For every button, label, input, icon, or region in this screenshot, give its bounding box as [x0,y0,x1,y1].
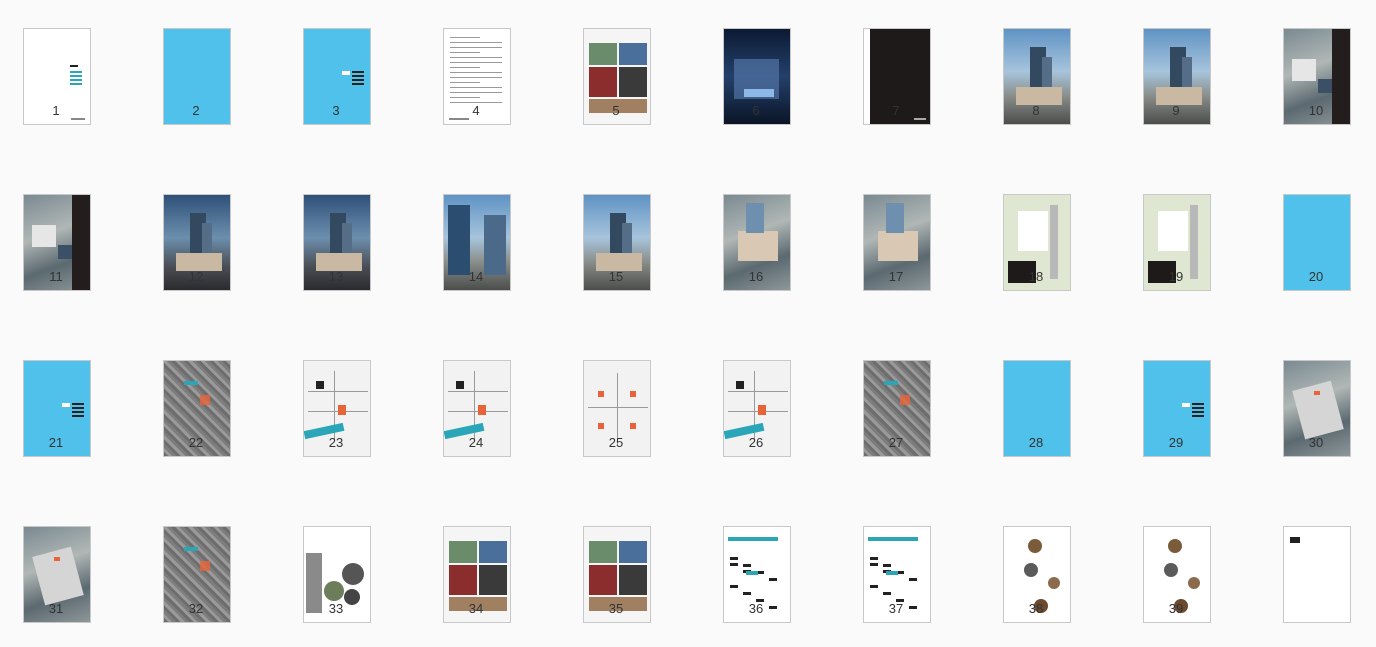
page-number-label: 11 [49,269,63,284]
page-thumbnail-cell[interactable]: 35 [560,498,700,628]
page-thumbnail-cell[interactable]: 27 [840,332,980,462]
page-number-label: 10 [1308,103,1324,118]
page-number-label: 29 [1168,435,1184,450]
page-thumbnail-cell[interactable]: 7 [840,0,980,130]
page-number-label: 6 [752,103,760,118]
page-thumbnail-cell[interactable]: 1 [0,0,140,130]
page-thumbnail-cell[interactable]: 34 [420,498,560,628]
page-thumbnail-cell[interactable]: 4 [420,0,560,130]
page-thumbnail-cell[interactable]: 36 [700,498,840,628]
page-number-label: 39 [1168,601,1184,616]
page-thumbnail-cell[interactable]: 24 [420,332,560,462]
page-thumbnail-cell[interactable]: 3 [280,0,420,130]
page-number-label: 21 [48,435,64,450]
page-number-label: 28 [1028,435,1044,450]
page-number-label: 22 [188,435,204,450]
page-thumbnail-cell[interactable]: 10 [1260,0,1376,130]
page-thumbnail-cell[interactable]: 31 [0,498,140,628]
page-number-label: 12 [188,269,204,284]
page-number-label: 9 [1172,103,1180,118]
page-thumbnail-cell[interactable]: 23 [280,332,420,462]
page-thumbnail-cell[interactable]: 2 [140,0,280,130]
page-thumbnail-cell[interactable]: 16 [700,166,840,296]
page-thumbnail-cell[interactable]: 6 [700,0,840,130]
page-number-label: 37 [888,601,904,616]
page-number-label: 2 [192,103,200,118]
page-thumbnail-cell[interactable]: 37 [840,498,980,628]
page-thumbnail-cell[interactable]: 28 [980,332,1120,462]
page-number-label: 24 [468,435,484,450]
page-number-label: 34 [468,601,484,616]
page-thumbnail-cell[interactable]: 19 [1120,166,1260,296]
page-number-label: 23 [328,435,344,450]
page-number-label: 19 [1168,269,1184,284]
page-number-label: 20 [1308,269,1324,284]
page-thumbnail-cell[interactable]: 38 [980,498,1120,628]
page-number-label: 5 [612,103,620,118]
page-thumbnail-cell[interactable]: 22 [140,332,280,462]
page-number-label: 16 [748,269,764,284]
page-thumbnail-cell[interactable]: 8 [980,0,1120,130]
page-number-label: 8 [1032,103,1040,118]
page-number-label: 30 [1308,435,1324,450]
page-number-label: 17 [888,269,904,284]
page-number-label: 18 [1028,269,1044,284]
thumbnail-grid: 1 2 3 4 5 6 7 8 9 10 11 12 13 14 15 16 17 18 19 20 21 22 23 24 2… [0,0,1376,647]
page-number-label: 15 [608,269,624,284]
page-thumbnail-cell[interactable]: 33 [280,498,420,628]
page-thumbnail-cell[interactable]: 26 [700,332,840,462]
page-thumbnail-cell[interactable]: 20 [1260,166,1376,296]
page-number-label: 38 [1028,601,1044,616]
page-number-label: 1 [52,103,60,118]
page-thumbnail-cell[interactable]: 25 [560,332,700,462]
page-thumbnail-cell[interactable]: 15 [560,166,700,296]
page-thumbnail-cell[interactable]: 13 [280,166,420,296]
page-number-label: 7 [892,103,900,118]
page-thumbnail-cell[interactable]: 32 [140,498,280,628]
page-number-label: 25 [608,435,624,450]
page-thumbnail-cell[interactable]: 29 [1120,332,1260,462]
page-thumbnail-cell[interactable]: 9 [1120,0,1260,130]
page-number-label: 27 [888,435,904,450]
next-arrow-icon[interactable] [1294,548,1374,588]
page-number-label: 35 [608,601,624,616]
page-number-label: 13 [328,269,344,284]
page-thumbnail-cell[interactable]: 30 [1260,332,1376,462]
page-number-label: 36 [748,601,764,616]
page-thumbnail-cell[interactable]: 11 [0,166,140,296]
page-thumbnail-cell[interactable]: 18 [980,166,1120,296]
page-number-label: 33 [328,601,344,616]
page-thumbnail-cell[interactable]: 12 [140,166,280,296]
page-number-label: 4 [472,103,480,118]
page-number-label: 32 [188,601,204,616]
page-number-label: 31 [48,601,64,616]
page-thumbnail-cell[interactable]: 39 [1120,498,1260,628]
page-number-label: 14 [468,269,484,284]
page-number-label: 26 [748,435,764,450]
page-thumbnail-cell[interactable]: 14 [420,166,560,296]
page-number-label: 3 [332,103,340,118]
page-thumbnail-cell[interactable]: 21 [0,332,140,462]
page-thumbnail-cell[interactable]: 5 [560,0,700,130]
page-thumbnail-cell[interactable]: 17 [840,166,980,296]
